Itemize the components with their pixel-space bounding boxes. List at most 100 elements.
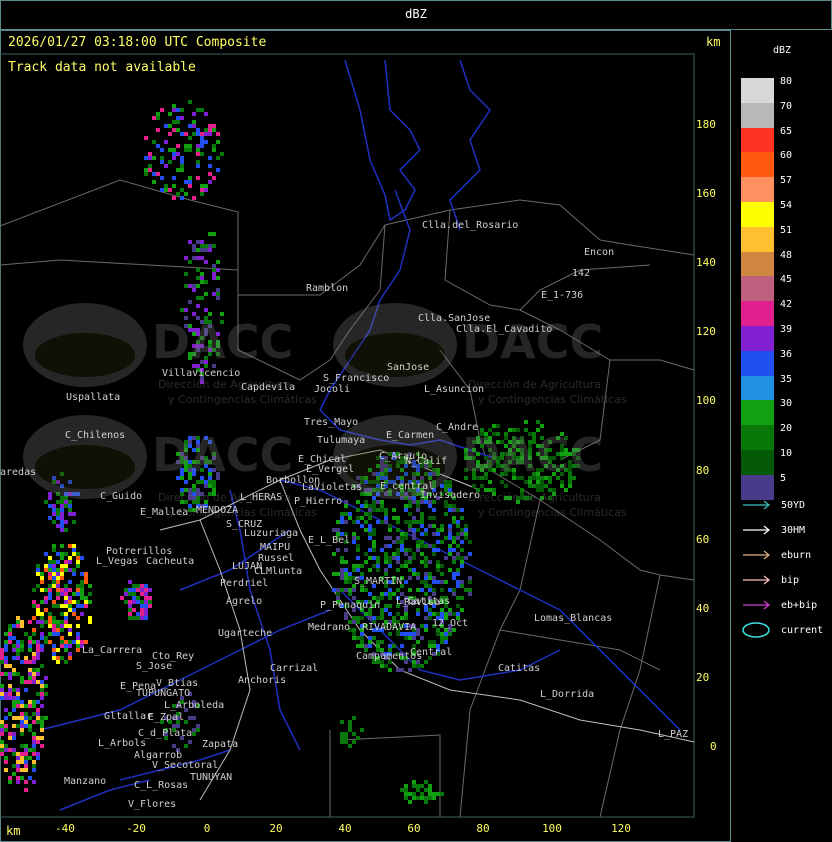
radar-echo-pixel [432, 792, 436, 796]
radar-echo-pixel [64, 560, 68, 564]
radar-echo-pixel [36, 640, 40, 644]
radar-echo-pixel [360, 640, 364, 644]
radar-echo-pixel [24, 716, 28, 720]
radar-echo-pixel [356, 616, 360, 620]
radar-echo-pixel [68, 560, 72, 564]
radar-echo-pixel [412, 532, 416, 536]
radar-echo-pixel [64, 588, 68, 592]
radar-echo-pixel [400, 788, 404, 792]
place-label: C_Andre [436, 422, 479, 433]
radar-echo-pixel [52, 600, 56, 604]
radar-echo-pixel [12, 752, 16, 756]
arrow-icon [743, 550, 770, 560]
radar-echo-pixel [212, 268, 216, 272]
radar-echo-pixel [188, 716, 192, 720]
radar-echo-pixel [416, 540, 420, 544]
radar-echo-pixel [12, 732, 16, 736]
radar-echo-pixel [212, 124, 216, 128]
radar-echo-pixel [428, 584, 432, 588]
place-label: aredas [0, 467, 37, 478]
radar-echo-pixel [56, 568, 60, 572]
radar-echo-pixel [20, 776, 24, 780]
scale-swatch [741, 251, 774, 277]
radar-echo-pixel [436, 568, 440, 572]
radar-echo-pixel [216, 292, 220, 296]
radar-echo-pixel [144, 608, 148, 612]
radar-echo-pixel [40, 728, 44, 732]
x-tick: 120 [611, 822, 631, 835]
radar-echo-pixel [8, 676, 12, 680]
radar-echo-pixel [8, 672, 12, 676]
radar-echo-pixel [344, 548, 348, 552]
radar-echo-pixel [72, 612, 76, 616]
radar-echo-pixel [432, 524, 436, 528]
radar-echo-pixel [16, 652, 20, 656]
radar-echo-pixel [60, 644, 64, 648]
radar-echo-pixel [428, 788, 432, 792]
radar-echo-pixel [44, 636, 48, 640]
radar-echo-pixel [32, 680, 36, 684]
radar-echo-pixel [416, 576, 420, 580]
radar-echo-pixel [80, 592, 84, 596]
scale-swatch [741, 202, 774, 227]
y-tick: 100 [696, 394, 716, 407]
radar-echo-pixel [356, 636, 360, 640]
radar-echo-pixel [392, 540, 396, 544]
radar-echo-pixel [200, 152, 204, 156]
radar-echo-pixel [16, 776, 20, 780]
radar-echo-pixel [32, 616, 36, 620]
radar-echo-pixel [28, 636, 32, 640]
radar-echo-pixel [420, 588, 424, 592]
radar-echo-pixel [12, 736, 16, 740]
radar-echo-pixel [60, 564, 64, 568]
radar-echo-pixel [436, 612, 440, 616]
radar-echo-pixel [4, 696, 8, 700]
radar-echo-pixel [456, 604, 460, 608]
radar-echo-pixel [388, 588, 392, 592]
place-label: C_Guido [100, 491, 143, 502]
place-label: Lomas_Blancas [534, 613, 613, 624]
radar-echo-pixel [364, 644, 368, 648]
radar-echo-pixel [120, 596, 124, 600]
radar-echo-pixel [200, 248, 204, 252]
radar-echo-pixel [12, 764, 16, 768]
place-label: L_Arbols [98, 738, 147, 749]
radar-echo-pixel [36, 740, 40, 744]
radar-echo-pixel [332, 552, 336, 556]
scale-label: 65 [780, 125, 793, 137]
radar-echo-pixel [64, 612, 68, 616]
radar-echo-pixel [412, 572, 416, 576]
radar-echo-pixel [356, 736, 360, 740]
radar-echo-pixel [68, 600, 72, 604]
radar-echo-pixel [32, 600, 36, 604]
radar-echo-pixel [28, 728, 32, 732]
radar-echo-pixel [208, 248, 212, 252]
radar-echo-pixel [416, 796, 420, 800]
radar-echo-pixel [332, 588, 336, 592]
radar-echo-pixel [384, 536, 388, 540]
radar-echo-pixel [8, 736, 12, 740]
radar-echo-pixel [136, 612, 140, 616]
radar-echo-pixel [132, 596, 136, 600]
radar-echo-pixel [340, 556, 344, 560]
radar-echo-pixel [12, 688, 16, 692]
radar-echo-pixel [336, 588, 340, 592]
radar-echo-pixel [424, 584, 428, 588]
radar-echo-pixel [360, 588, 364, 592]
radar-echo-pixel [128, 616, 132, 620]
track-legend-item: eburn [741, 546, 811, 564]
radar-echo-pixel [48, 612, 52, 616]
radar-echo-pixel [56, 588, 60, 592]
radar-echo-pixel [8, 688, 12, 692]
radar-echo-pixel [456, 596, 460, 600]
radar-echo-pixel [172, 744, 176, 748]
radar-echo-pixel [376, 644, 380, 648]
radar-echo-pixel [32, 720, 36, 724]
radar-echo-pixel [24, 660, 28, 664]
radar-echo-pixel [440, 528, 444, 532]
radar-echo-pixel [20, 644, 24, 648]
radar-echo-pixel [32, 748, 36, 752]
radar-echo-pixel [376, 616, 380, 620]
radar-echo-pixel [396, 536, 400, 540]
radar-echo-pixel [76, 632, 80, 636]
